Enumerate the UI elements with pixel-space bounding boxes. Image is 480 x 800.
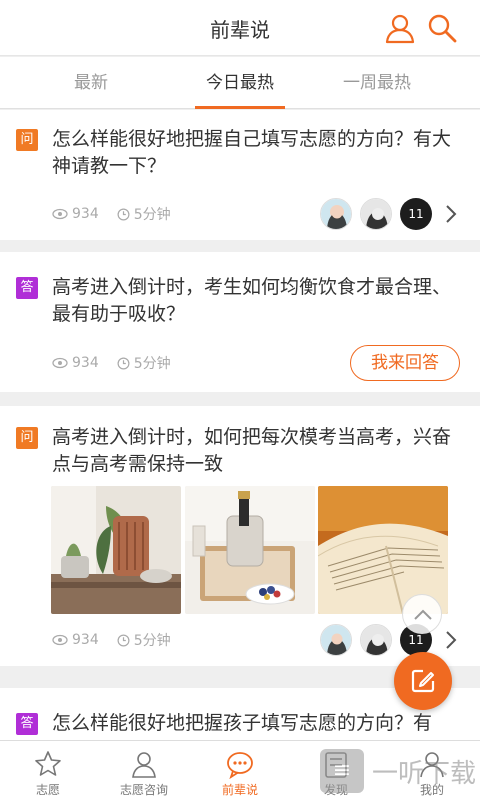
chevron-right-icon[interactable] [444,630,458,650]
compose-button[interactable] [394,652,452,710]
nav-label: 志愿 [35,783,60,797]
answer-count-avatar: 11 [400,198,432,230]
answerer-avatars[interactable]: 11 [312,197,458,231]
tab-label: 最新 [74,73,108,93]
answer-badge: 答 [16,713,38,735]
chat-bubble-icon [227,752,253,779]
chevron-up-icon [414,609,432,620]
champagne-image[interactable] [185,486,315,614]
tab-latest[interactable]: 最新 [11,57,171,109]
question-meta: 934 5分钟 [52,204,189,224]
clock-icon [117,634,130,646]
app-header: 前辈说 [0,0,480,56]
ask-badge: 问 [16,427,38,449]
post-time: 5分钟 [133,633,171,649]
avatar [320,198,352,230]
avatar [320,624,352,656]
scroll-top-button[interactable] [402,594,442,634]
question-title: 怎么样能很好地把握自己填写志愿的方向？有大神请教一下？ [52,128,452,177]
post-time: 5分钟 [133,207,171,223]
answer-button[interactable]: 我来回答 [350,345,460,381]
question-meta: 934 5分钟 [52,630,189,650]
nav-item-seniors[interactable]: 前辈说 [192,741,288,800]
tab-bar: 最新 今日最热 一周最热 [0,57,480,109]
question-card[interactable]: 答 高考进入倒计时，考生如何均衡饮食才最合理、最有助于吸收？ 934 5分钟 我… [0,252,480,392]
nav-item-volunteer[interactable]: 志愿 [0,741,96,800]
question-meta: 934 5分钟 [52,353,189,373]
question-title: 高考进入倒计时，如何把每次模考当高考，兴奋点与高考需保持一致 [52,426,452,475]
tab-label: 一周最热 [343,73,411,93]
star-icon [35,751,61,776]
view-count: 934 [72,355,99,371]
ask-badge: 问 [16,129,38,151]
tab-today-hot[interactable]: 今日最热 [160,57,320,109]
answer-badge: 答 [16,277,38,299]
nav-label: 前辈说 [221,783,258,797]
view-count: 934 [72,206,99,222]
eye-icon [52,357,68,369]
plant-image[interactable] [51,486,181,614]
nav-item-consult[interactable]: 志愿咨询 [96,741,192,800]
tab-label: 今日最热 [206,73,274,93]
user-icon[interactable] [384,12,416,44]
post-time: 5分钟 [133,356,171,372]
watermark-text: 一听下载 [372,758,477,789]
nav-label: 志愿咨询 [119,783,168,797]
eye-icon [52,208,68,220]
watermark: ≡ 一听下载 [320,746,480,796]
eye-icon [52,634,68,646]
question-card[interactable]: 问 怎么样能很好地把握自己填写志愿的方向？有大神请教一下？ 934 5分钟 11 [0,110,480,240]
avatar [360,198,392,230]
person-icon [132,752,156,778]
active-tab-indicator [195,106,285,109]
view-count: 934 [72,632,99,648]
question-title: 高考进入倒计时，考生如何均衡饮食才最合理、最有助于吸收？ [52,276,452,325]
chevron-right-icon[interactable] [444,204,458,224]
watermark-logo: ≡ [320,749,364,793]
search-icon[interactable] [426,12,458,44]
clock-icon [117,208,130,220]
clock-icon [117,357,130,369]
tab-week-hot[interactable]: 一周最热 [297,57,457,109]
edit-icon [411,669,435,693]
avatar [360,624,392,656]
question-title: 怎么样能很好地把握孩子填写志愿的方向？有 [52,712,433,734]
